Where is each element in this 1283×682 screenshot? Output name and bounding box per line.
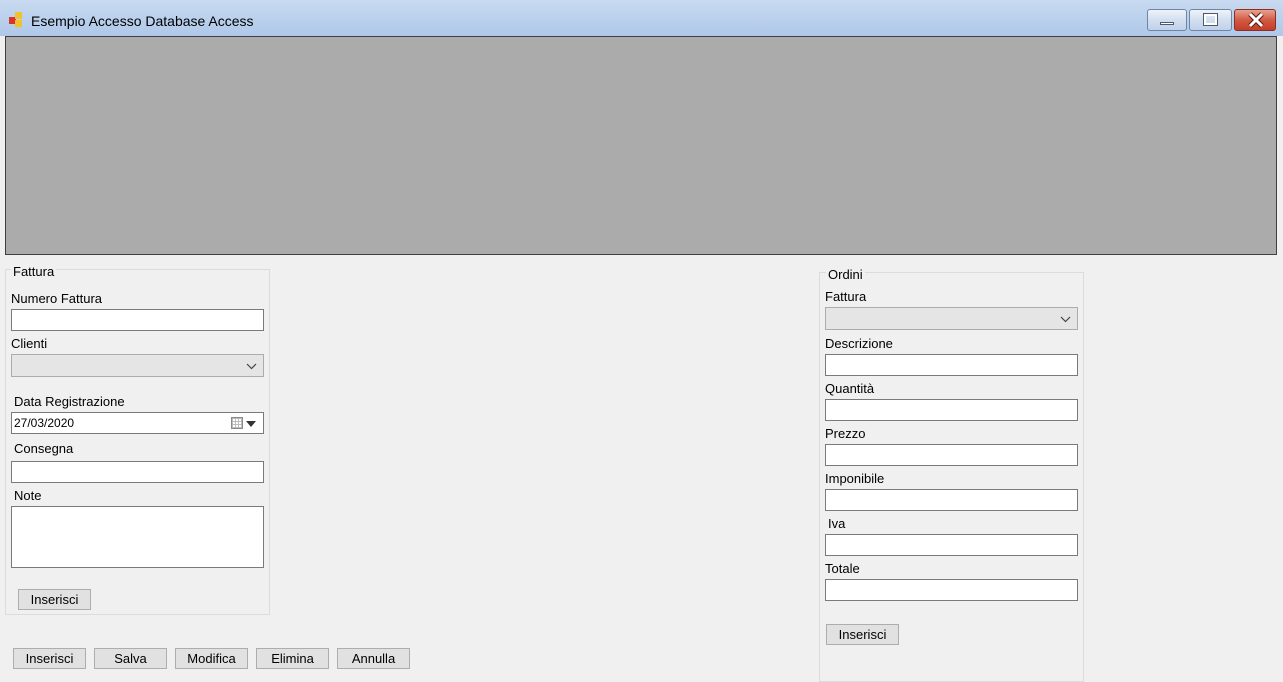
window-title: Esempio Accesso Database Access [31,13,254,29]
data-registrazione-label: Data Registrazione [14,394,125,409]
ordini-inserisci-button[interactable]: Inserisci [826,624,899,645]
fattura-inserisci-button[interactable]: Inserisci [18,589,91,610]
inserisci-button[interactable]: Inserisci [13,648,86,669]
descrizione-label: Descrizione [825,336,893,351]
modifica-button[interactable]: Modifica [175,648,248,669]
numero-fattura-label: Numero Fattura [11,291,103,306]
maximize-icon [1203,13,1218,26]
consegna-input[interactable] [11,461,264,483]
annulla-button[interactable]: Annulla [337,648,410,669]
totale-input[interactable] [825,579,1078,601]
data-registrazione-picker[interactable]: 27/03/2020 [11,412,264,434]
ordini-fattura-label: Fattura [825,289,867,304]
quantita-label: Quantità [825,381,875,396]
maximize-button[interactable] [1189,9,1232,31]
fattura-group-title: Fattura [11,264,57,279]
iva-label: Iva [828,516,846,531]
close-icon [1248,12,1264,28]
quantita-input[interactable] [825,399,1078,421]
data-grid[interactable] [5,36,1277,255]
chevron-down-icon [246,363,257,370]
imponibile-label: Imponibile [825,471,885,486]
clienti-combo[interactable] [11,354,264,377]
minimize-button[interactable] [1147,9,1187,31]
prezzo-label: Prezzo [825,426,866,441]
elimina-button[interactable]: Elimina [256,648,329,669]
title-bar[interactable]: Esempio Accesso Database Access [0,0,1283,36]
data-registrazione-value: 27/03/2020 [14,416,75,430]
note-textarea[interactable] [11,506,264,568]
clienti-label: Clienti [11,336,48,351]
consegna-label: Consegna [14,441,74,456]
ordini-group-title: Ordini [826,267,865,282]
calendar-icon[interactable] [231,417,243,429]
dropdown-arrow-icon[interactable] [246,421,256,427]
prezzo-input[interactable] [825,444,1078,466]
numero-fattura-input[interactable] [11,309,264,331]
app-icon [9,12,25,28]
descrizione-input[interactable] [825,354,1078,376]
chevron-down-icon [1060,316,1071,323]
totale-label: Totale [825,561,860,576]
ordini-fattura-combo[interactable] [825,307,1078,330]
minimize-icon [1160,22,1174,25]
iva-input[interactable] [825,534,1078,556]
imponibile-input[interactable] [825,489,1078,511]
salva-button[interactable]: Salva [94,648,167,669]
close-button[interactable] [1234,9,1276,31]
note-label: Note [14,488,42,503]
